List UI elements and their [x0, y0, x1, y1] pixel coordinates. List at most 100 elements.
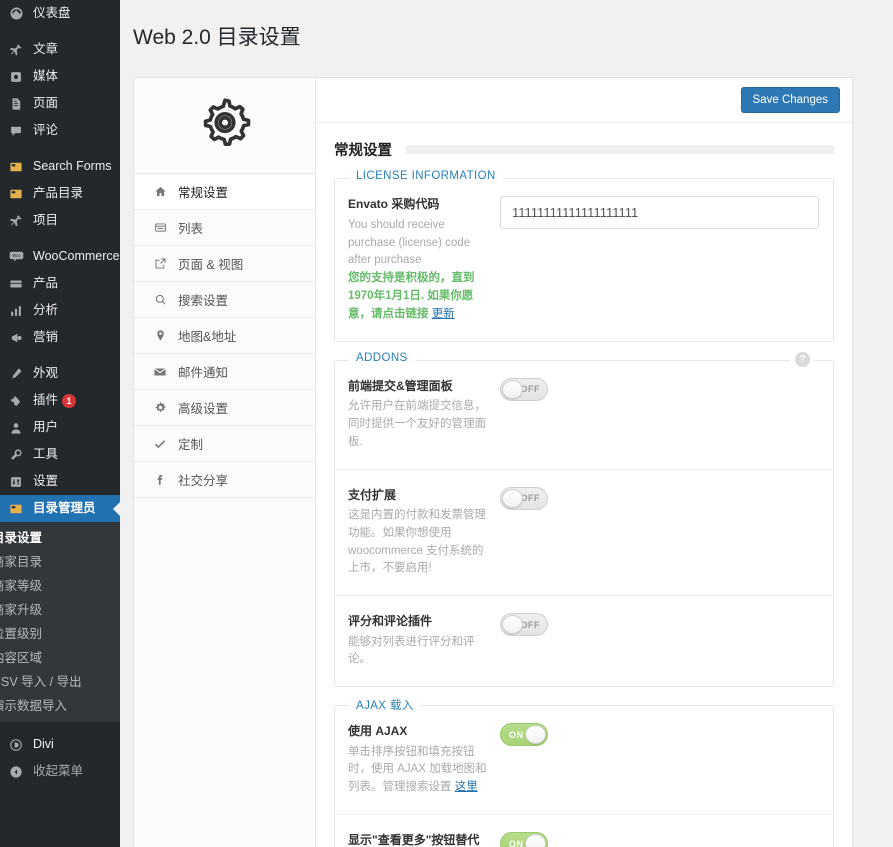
submenu-item-label: 商家升级: [0, 602, 43, 617]
save-bar: Save Changes: [316, 78, 852, 124]
tab-7[interactable]: 定制: [134, 426, 315, 463]
menu-separator: [0, 234, 120, 243]
sidebar-item-15[interactable]: 工具: [0, 441, 120, 468]
submenu-item-0[interactable]: 目录设置: [0, 524, 120, 548]
tab-4[interactable]: 地图&地址: [134, 318, 315, 355]
submenu-item-4[interactable]: 位置级别: [0, 620, 120, 644]
panel-logo: [134, 78, 315, 175]
submenu-item-1[interactable]: 商家目录: [0, 548, 120, 572]
facebook-icon: [150, 473, 170, 486]
sidebar-item-label: 页面: [33, 96, 59, 111]
sidebar-item-0[interactable]: 仪表盘: [0, 0, 120, 27]
sidebar-item-label: 营销: [33, 330, 59, 345]
envelope-icon: [150, 365, 170, 379]
sidebar-item-17[interactable]: 目录管理员: [0, 495, 120, 522]
inline-link[interactable]: 这里: [455, 781, 478, 793]
envato-purchase-code-row: Envato 采购代码 You should receive purchase …: [335, 179, 833, 340]
tab-0[interactable]: 常规设置: [134, 174, 315, 211]
sidebar-item-8[interactable]: Woo WooCommerce: [0, 243, 120, 270]
sidebar-item-11[interactable]: 营销: [0, 324, 120, 351]
tab-label: 页面 & 视图: [178, 258, 244, 273]
collapse-icon: [7, 763, 25, 781]
sidebar-item-16[interactable]: 设置: [0, 468, 120, 495]
sidebar-item-13[interactable]: 插件 1: [0, 387, 120, 414]
page-title: Web 2.0 目录设置: [133, 26, 301, 50]
toggle-state-label: OFF: [520, 493, 540, 504]
submenu-item-label: 商家等级: [0, 578, 43, 593]
sidebar-item-3[interactable]: 页面: [0, 90, 120, 117]
submenu-item-label: 商家目录: [0, 554, 43, 569]
row-control: OFF: [500, 486, 833, 579]
addons-toggle-1[interactable]: OFF: [500, 486, 548, 510]
addons-legend: ADDONS: [349, 351, 415, 364]
submenu-item-6[interactable]: CSV 导入 / 导出: [0, 668, 120, 692]
sidebar-item-9[interactable]: 产品: [0, 270, 120, 297]
submenu-item-7[interactable]: 演示数据导入: [0, 692, 120, 716]
tab-label: 邮件通知: [178, 366, 229, 381]
tab-6[interactable]: 高级设置: [134, 390, 315, 427]
sidebar-item-7[interactable]: 项目: [0, 207, 120, 234]
tab-label: 高级设置: [178, 402, 229, 417]
search-icon: [150, 293, 170, 306]
tab-3[interactable]: 搜索设置: [134, 282, 315, 319]
tab-8[interactable]: 社交分享: [134, 462, 315, 499]
sidebar-item-label: 设置: [33, 474, 59, 489]
question-mark-icon[interactable]: ?: [795, 351, 810, 367]
sidebar-item-2[interactable]: 媒体: [0, 63, 120, 90]
menu-separator: [0, 144, 120, 153]
sidebar-item-12[interactable]: 外观: [0, 360, 120, 387]
tab-1[interactable]: 列表: [134, 210, 315, 247]
admin-sidebar[interactable]: 仪表盘文章媒体页面评论 Search Forms 产品目录 项目 Woo WooComme…: [0, 0, 120, 847]
ajax-toggle-0[interactable]: ON: [500, 723, 548, 747]
envato-purchase-code-input[interactable]: [500, 196, 819, 230]
sidebar-item-5[interactable]: Search Forms: [0, 153, 120, 180]
sidebar-item-4[interactable]: 评论: [0, 117, 120, 144]
tab-label: 常规设置: [178, 186, 229, 201]
license-update-link[interactable]: 更新: [432, 308, 455, 320]
sidebar-footer-item-1[interactable]: 收起菜单: [0, 758, 120, 785]
field-description: 单击排序按钮和填充按钮时，使用 AJAX 加载地图和列表。管理搜索设置 这里: [348, 745, 487, 794]
field-title: 评分和评论插件: [348, 614, 433, 629]
main-content: Web 2.0 目录设置 常规设置列表页面 & 视图 搜索设置地图&地址邮件通知高…: [120, 0, 893, 847]
sidebar-item-label: 文章: [33, 42, 59, 57]
active-arrow: [113, 500, 120, 517]
ajax-legend: AJAX 载入: [349, 697, 421, 714]
sidebar-item-label: 外观: [33, 366, 59, 381]
tab-label: 地图&地址: [178, 330, 237, 345]
admin-submenu[interactable]: 目录设置商家目录商家等级商家升级位置级别内容区域 CSV 导入 / 导出演示数据导…: [0, 522, 120, 722]
sidebar-item-1[interactable]: 文章: [0, 36, 120, 63]
submenu-item-2[interactable]: 商家等级: [0, 572, 120, 596]
submenu-item-3[interactable]: 商家升级: [0, 596, 120, 620]
sidebar-footer-item-0[interactable]: Divi: [0, 731, 120, 758]
tab-label: 列表: [178, 222, 204, 237]
tab-5[interactable]: 邮件通知: [134, 354, 315, 391]
submenu-item-label: 目录设置: [0, 530, 43, 545]
tab-label: 搜索设置: [178, 294, 229, 309]
submenu-item-5[interactable]: 内容区域: [0, 644, 120, 668]
pin-icon: [7, 212, 25, 230]
toggle-state-label: OFF: [520, 384, 540, 395]
addons-toggle-2[interactable]: OFF: [500, 613, 548, 637]
settings-content-column: Save Changes 常规设置 LICENSE INFORMATION En…: [316, 78, 852, 847]
row-control: OFF: [500, 613, 833, 669]
appearance-icon: [7, 365, 25, 383]
directory-admin-icon: [7, 500, 25, 518]
sidebar-item-label: 产品: [33, 276, 59, 291]
row-control: ON: [500, 723, 833, 797]
ajax-toggle-1[interactable]: ON: [500, 832, 548, 847]
home-icon: [150, 185, 170, 198]
pin-icon: [7, 41, 25, 59]
save-changes-button[interactable]: Save Changes: [740, 87, 840, 114]
field-description-en: You should receive purchase (license) co…: [348, 218, 471, 267]
sidebar-item-10[interactable]: 分析: [0, 297, 120, 324]
section-heading-rule: [406, 145, 834, 155]
addons-help[interactable]: ?: [790, 351, 815, 367]
addons-toggle-0[interactable]: OFF: [500, 377, 548, 401]
tab-2[interactable]: 页面 & 视图: [134, 246, 315, 283]
row-label: 使用 AJAX 单击排序按钮和填充按钮时，使用 AJAX 加载地图和列表。管理搜索…: [335, 723, 500, 797]
gear-icon: [150, 401, 170, 414]
check-icon: [150, 437, 170, 451]
sidebar-item-14[interactable]: 用户: [0, 414, 120, 441]
sidebar-item-6[interactable]: 产品目录: [0, 180, 120, 207]
field-description-green: 您的支持是积极的，直到 1970年1月1日. 如果你愿意，请点击链接: [348, 272, 475, 320]
